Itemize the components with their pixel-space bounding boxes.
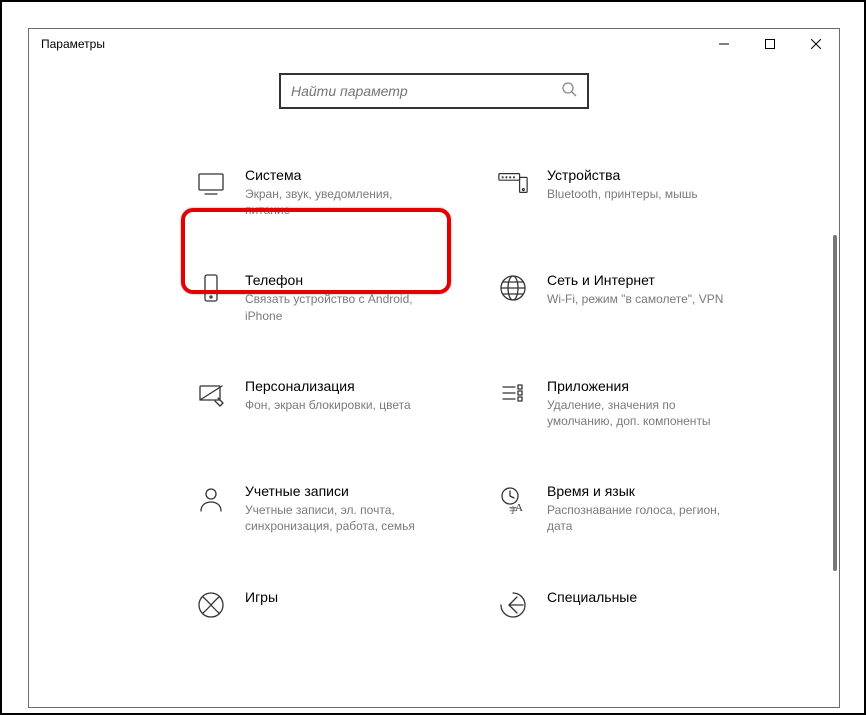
category-text: Сеть и Интернет Wi-Fi, режим "в самолете"… [547, 272, 723, 307]
category-title: Игры [245, 589, 278, 605]
category-phone[interactable]: Телефон Связать устройство с Android, iPh… [195, 272, 465, 323]
person-icon [195, 483, 227, 515]
category-desc: Связать устройство с Android, iPhone [245, 291, 425, 323]
scrollbar-thumb[interactable] [833, 235, 837, 571]
category-title: Приложения [547, 378, 727, 394]
category-desc: Учетные записи, эл. почта, синхронизация… [245, 502, 425, 534]
settings-content: Система Экран, звук, уведомления, питание… [29, 59, 839, 621]
category-desc: Экран, звук, уведомления, питание [245, 186, 425, 218]
category-system[interactable]: Система Экран, звук, уведомления, питание [195, 167, 465, 218]
category-personal[interactable]: Персонализация Фон, экран блокировки, цве… [195, 378, 465, 429]
titlebar: Параметры [29, 29, 839, 59]
category-text: Специальные [547, 589, 637, 605]
ease-icon [497, 589, 529, 621]
category-desc: Bluetooth, принтеры, мышь [547, 186, 698, 202]
category-text: Учетные записи Учетные записи, эл. почта,… [245, 483, 425, 534]
minimize-button[interactable] [701, 29, 747, 59]
category-title: Время и язык [547, 483, 727, 499]
close-button[interactable] [793, 29, 839, 59]
category-timelang[interactable]: А字 Время и язык Распознавание голоса, реги… [497, 483, 767, 534]
category-network[interactable]: Сеть и Интернет Wi-Fi, режим "в самолете"… [497, 272, 767, 323]
search-icon [561, 81, 577, 102]
category-text: Игры [245, 589, 278, 605]
category-title: Устройства [547, 167, 698, 183]
category-desc: Удаление, значения по умолчанию, доп. ко… [547, 397, 727, 429]
category-text: Устройства Bluetooth, принтеры, мышь [547, 167, 698, 202]
window-title: Параметры [41, 37, 105, 51]
category-text: Телефон Связать устройство с Android, iPh… [245, 272, 425, 323]
category-devices[interactable]: Устройства Bluetooth, принтеры, мышь [497, 167, 767, 218]
category-grid: Система Экран, звук, уведомления, питание… [29, 167, 839, 621]
category-desc: Фон, экран блокировки, цвета [245, 397, 411, 413]
category-title: Учетные записи [245, 483, 425, 499]
svg-text:字: 字 [509, 505, 517, 515]
category-accounts[interactable]: Учетные записи Учетные записи, эл. почта,… [195, 483, 465, 534]
maximize-button[interactable] [747, 29, 793, 59]
category-desc: Wi-Fi, режим "в самолете", VPN [547, 291, 723, 307]
category-title: Специальные [547, 589, 637, 605]
category-text: Приложения Удаление, значения по умолчани… [547, 378, 727, 429]
category-title: Персонализация [245, 378, 411, 394]
globe-icon [497, 272, 529, 304]
category-gaming[interactable]: Игры [195, 589, 465, 621]
apps-icon [497, 378, 529, 410]
category-text: Система Экран, звук, уведомления, питание [245, 167, 425, 218]
brush-icon [195, 378, 227, 410]
phone-icon [195, 272, 227, 304]
category-text: Персонализация Фон, экран блокировки, цве… [245, 378, 411, 413]
window-controls [701, 29, 839, 59]
category-title: Система [245, 167, 425, 183]
category-title: Сеть и Интернет [547, 272, 723, 288]
category-ease[interactable]: Специальные [497, 589, 767, 621]
category-apps[interactable]: Приложения Удаление, значения по умолчани… [497, 378, 767, 429]
timelang-icon: А字 [497, 483, 529, 515]
monitor-icon [195, 167, 227, 199]
search-input[interactable] [291, 83, 561, 99]
xbox-icon [195, 589, 227, 621]
devices-icon [497, 167, 529, 199]
category-text: Время и язык Распознавание голоса, регион… [547, 483, 727, 534]
category-desc: Распознавание голоса, регион, дата [547, 502, 727, 534]
category-title: Телефон [245, 272, 425, 288]
settings-window: Параметры [28, 28, 840, 708]
search-box[interactable] [279, 73, 589, 109]
